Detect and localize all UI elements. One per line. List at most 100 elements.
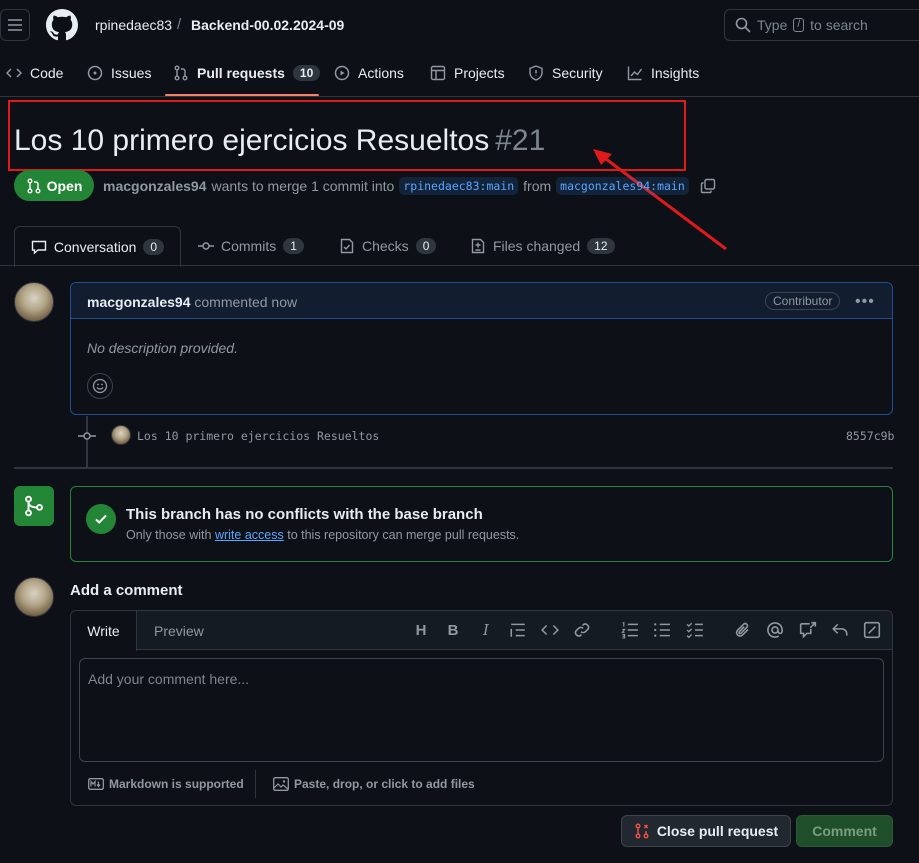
- pr-author-link[interactable]: macgonzales94: [103, 178, 207, 194]
- breadcrumb-owner[interactable]: rpinedaec83: [95, 17, 172, 33]
- tab-commits-label: Commits: [221, 238, 277, 254]
- paperclip-icon[interactable]: [734, 621, 752, 639]
- repo-navigation: Code Issues Pull requests 10 Actions Pro…: [0, 52, 919, 97]
- nav-insights[interactable]: Insights: [627, 65, 699, 81]
- add-reaction-button[interactable]: [87, 373, 113, 399]
- kebab-menu-icon[interactable]: •••: [855, 293, 875, 311]
- play-icon: [334, 65, 350, 81]
- quote-icon[interactable]: [509, 621, 527, 639]
- search-suffix: to search: [810, 17, 868, 33]
- shield-icon: [529, 65, 543, 81]
- contributor-badge: Contributor: [765, 292, 841, 310]
- copy-icon[interactable]: [700, 178, 716, 194]
- tab-commits-count: 1: [283, 238, 304, 254]
- tab-conversation[interactable]: Conversation 0: [14, 226, 181, 267]
- nav-pull-requests-label: Pull requests: [197, 65, 285, 81]
- breadcrumb-separator: /: [177, 16, 182, 33]
- add-comment-heading: Add a comment: [70, 582, 183, 599]
- menu-button[interactable]: [0, 9, 30, 41]
- nav-issues-label: Issues: [111, 65, 152, 81]
- mention-icon[interactable]: [766, 621, 784, 639]
- comment-author[interactable]: macgonzales94: [87, 294, 191, 310]
- image-icon: [273, 777, 289, 791]
- nav-security-label: Security: [552, 65, 603, 81]
- close-pull-request-label: Close pull request: [656, 823, 779, 839]
- graph-icon: [627, 66, 643, 81]
- nav-projects[interactable]: Projects: [430, 65, 505, 81]
- ordered-list-icon[interactable]: [621, 621, 639, 639]
- comment-textarea[interactable]: Add your comment here...: [79, 658, 884, 762]
- nav-pull-requests[interactable]: Pull requests 10: [173, 65, 321, 81]
- comment-icon: [31, 240, 47, 255]
- nav-actions[interactable]: Actions: [334, 65, 404, 81]
- git-merge-icon: [25, 495, 43, 517]
- status-badge: Open: [14, 170, 94, 201]
- commit-message[interactable]: Los 10 primero ejercicios Resueltos: [137, 429, 379, 443]
- breadcrumb-repo[interactable]: Backend-00.02.2024-09: [191, 17, 344, 33]
- file-diff-icon: [471, 238, 485, 254]
- github-logo-icon[interactable]: [46, 9, 78, 41]
- global-header: rpinedaec83 / Backend-00.02.2024-09 Type…: [0, 0, 919, 52]
- markdown-icon: [88, 778, 104, 790]
- heading-icon[interactable]: H: [412, 621, 430, 639]
- nav-insights-label: Insights: [651, 65, 700, 81]
- merge-title: This branch has no conflicts with the ba…: [126, 506, 483, 523]
- merge-sub-suffix: to this repository can merge pull reques…: [287, 528, 520, 542]
- pull-requests-count: 10: [292, 65, 321, 81]
- tab-conversation-label: Conversation: [53, 238, 137, 255]
- tab-checks-count: 0: [415, 238, 437, 254]
- commit-sha[interactable]: 8557c9b: [846, 429, 894, 443]
- pr-meta: macgonzales94 wants to merge 1 commit in…: [103, 177, 716, 195]
- write-access-link[interactable]: write access: [215, 528, 284, 542]
- reply-icon[interactable]: [831, 621, 849, 639]
- tab-checks-label: Checks: [362, 238, 409, 254]
- merge-box: [70, 486, 893, 562]
- tab-files-changed[interactable]: Files changed 12: [470, 226, 615, 266]
- table-icon: [430, 65, 446, 81]
- tab-write[interactable]: Write: [71, 611, 137, 651]
- head-branch[interactable]: macgonzales94:main: [556, 177, 689, 195]
- search-shortcut-key: /: [793, 18, 805, 32]
- commit-author-avatar[interactable]: [111, 425, 131, 445]
- comment-author-line: macgonzales94 commented now: [87, 294, 297, 310]
- code-icon: [6, 68, 22, 78]
- bold-icon[interactable]: B: [444, 621, 462, 639]
- code-icon[interactable]: [541, 621, 559, 639]
- close-pull-request-button[interactable]: Close pull request: [621, 815, 791, 847]
- markdown-note[interactable]: Markdown is supported: [88, 777, 244, 791]
- pr-tabs: Conversation 0 Commits 1 Checks 0 Files …: [0, 226, 919, 267]
- task-list-icon[interactable]: [686, 621, 704, 639]
- tab-preview[interactable]: Preview: [154, 623, 204, 639]
- attach-files-label: Paste, drop, or click to add files: [294, 777, 475, 791]
- search-input[interactable]: Type / to search: [724, 9, 919, 41]
- fullscreen-icon[interactable]: [863, 621, 881, 639]
- nav-code-label: Code: [30, 65, 64, 81]
- nav-projects-label: Projects: [454, 65, 505, 81]
- unordered-list-icon[interactable]: [653, 621, 671, 639]
- link-icon[interactable]: [573, 621, 591, 639]
- avatar[interactable]: [14, 577, 54, 617]
- italic-icon[interactable]: I: [477, 621, 495, 639]
- markdown-note-label: Markdown is supported: [109, 777, 244, 791]
- nav-code[interactable]: Code: [6, 65, 63, 81]
- tab-checks[interactable]: Checks 0: [339, 226, 437, 266]
- attach-files-button[interactable]: Paste, drop, or click to add files: [273, 777, 475, 791]
- base-branch[interactable]: rpinedaec83:main: [399, 177, 519, 195]
- annotation-highlight-box: [8, 100, 686, 171]
- merge-subtitle: Only those with write access to this rep…: [126, 528, 519, 542]
- nav-issues[interactable]: Issues: [87, 65, 151, 81]
- active-nav-underline: [165, 94, 319, 96]
- comment-button[interactable]: Comment: [796, 815, 893, 847]
- pull-request-closed-icon: [635, 823, 649, 839]
- merge-status-icon: [14, 486, 54, 526]
- pull-request-icon: [174, 65, 188, 81]
- tab-commits[interactable]: Commits 1: [198, 226, 304, 266]
- search-prefix: Type: [757, 17, 788, 33]
- comment-time[interactable]: commented now: [194, 294, 297, 310]
- issue-icon: [87, 65, 103, 81]
- nav-security[interactable]: Security: [528, 65, 603, 81]
- comment-textarea-placeholder: Add your comment here...: [88, 671, 250, 687]
- cross-reference-icon[interactable]: [799, 621, 817, 639]
- status-label: Open: [46, 177, 83, 194]
- avatar[interactable]: [14, 282, 54, 322]
